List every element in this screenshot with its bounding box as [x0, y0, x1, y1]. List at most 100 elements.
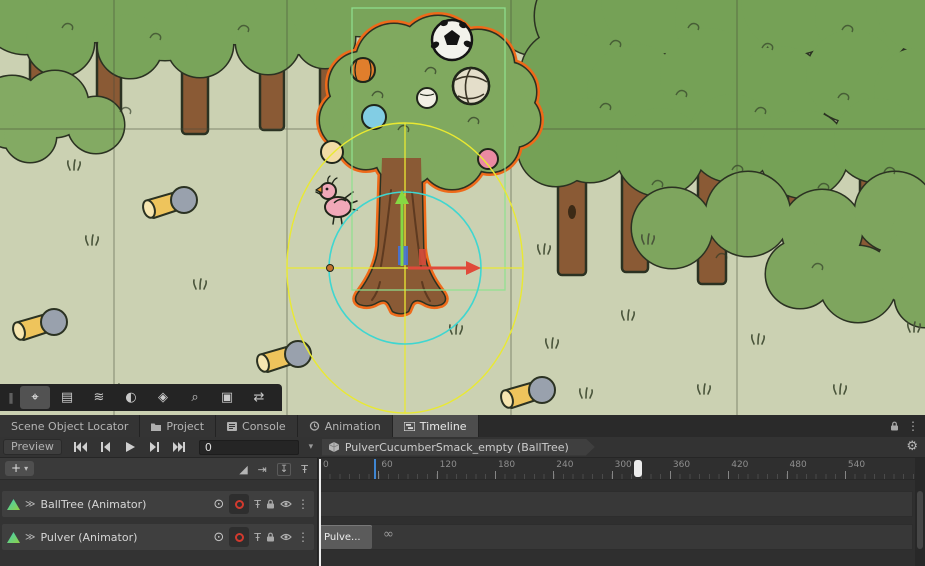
- goto-start-button[interactable]: [67, 439, 92, 456]
- timeline-panel: Preview 0 ▾: [0, 437, 925, 566]
- ruler-tick: [845, 471, 846, 479]
- tab-console[interactable]: Console: [216, 415, 298, 437]
- frame-field[interactable]: 0: [199, 440, 299, 455]
- eye-icon[interactable]: [280, 500, 292, 508]
- tab-animation[interactable]: Animation: [298, 415, 393, 437]
- transform-tool[interactable]: ◈: [148, 386, 178, 409]
- white-ball[interactable]: [417, 88, 437, 108]
- track-toolbar-icons: ◢ ⇥ ↧ Ŧ: [239, 458, 308, 480]
- frame-tool[interactable]: ▤: [52, 386, 82, 409]
- folder-icon: [151, 422, 161, 431]
- trim-icon[interactable]: Ŧ: [254, 498, 261, 511]
- cream-ball[interactable]: [321, 141, 343, 163]
- insert-frame-icon[interactable]: ↧: [277, 463, 291, 476]
- trim-icon[interactable]: Ŧ: [254, 531, 261, 544]
- track-header-pulver[interactable]: ≫ Pulver (Animator) ⊙ Ŧ ⋮: [2, 524, 314, 550]
- gameobject-cube-icon: [329, 442, 339, 452]
- ruler-label: 240: [556, 460, 573, 470]
- breadcrumb[interactable]: PulverCucumberSmack_empty (BallTree): [322, 439, 595, 456]
- ruler-tick: [553, 471, 554, 479]
- target-picker-icon[interactable]: ⊙: [213, 497, 224, 512]
- track-header-balltree[interactable]: ≫ BallTree (Animator) ⊙ Ŧ ⋮: [2, 491, 314, 517]
- clip-end-marker: [374, 459, 376, 479]
- tab-timeline[interactable]: Timeline: [393, 415, 479, 437]
- caret-down-icon: ▾: [24, 461, 28, 476]
- goto-end-button[interactable]: [167, 439, 192, 456]
- animation-clip[interactable]: Pulve...: [320, 525, 372, 549]
- tilemap-tool[interactable]: ≋: [84, 386, 114, 409]
- tab-label: Console: [242, 420, 286, 433]
- transport-controls: [67, 439, 192, 456]
- tab-project[interactable]: Project: [140, 415, 216, 437]
- scene-toolbar: ‖⌖▤≋◐◈⌕▣⇄: [0, 384, 282, 411]
- track-name: Pulver (Animator): [40, 531, 208, 544]
- track-icon: [7, 532, 20, 543]
- timeline-ruler[interactable]: 060120180240300360420480540: [318, 458, 915, 480]
- tab-label: Scene Object Locator: [11, 420, 128, 433]
- marker-icon[interactable]: Ŧ: [301, 463, 308, 476]
- track-menu-icon[interactable]: ⋮: [297, 530, 309, 544]
- record-button[interactable]: [229, 494, 249, 514]
- ruler-label: 120: [440, 460, 457, 470]
- volleyball[interactable]: [453, 68, 489, 104]
- toolbar-grip[interactable]: ‖: [4, 386, 18, 409]
- timeline-dropdown-icon[interactable]: ▾: [304, 442, 318, 452]
- lock-icon[interactable]: [266, 532, 275, 542]
- tab-label: Project: [166, 420, 204, 433]
- record-button[interactable]: [229, 527, 249, 547]
- eye-icon[interactable]: [280, 533, 292, 541]
- ruler-label: 300: [615, 460, 632, 470]
- ruler-label: 180: [498, 460, 515, 470]
- lock-icon[interactable]: [266, 499, 275, 509]
- preview-toggle[interactable]: Preview: [3, 439, 62, 455]
- ruler-tick: [670, 471, 671, 479]
- ruler-label: 0: [323, 460, 329, 470]
- infinite-clip-icon: ∞: [383, 527, 394, 542]
- shuffle-tool[interactable]: ⇄: [244, 386, 274, 409]
- move-tool[interactable]: ⌖: [20, 386, 50, 409]
- track-lane-balltree[interactable]: [319, 491, 913, 517]
- tab-scene-object-locator[interactable]: Scene Object Locator: [0, 415, 140, 437]
- previous-frame-button[interactable]: [92, 439, 117, 456]
- scrollbar-thumb[interactable]: [917, 491, 923, 549]
- search-tool[interactable]: ⌕: [180, 386, 210, 409]
- pivot-dot[interactable]: [327, 265, 334, 272]
- plane-handle[interactable]: [419, 249, 426, 265]
- tab-more-icon[interactable]: ⋮: [907, 419, 919, 433]
- target-picker-icon[interactable]: ⊙: [213, 530, 224, 545]
- track-toolbar: + ▾ ◢ ⇥ ↧ Ŧ: [0, 458, 317, 480]
- clip-label: Pulve...: [324, 532, 361, 543]
- add-track-button[interactable]: + ▾: [5, 461, 34, 476]
- ruler-tick: [728, 471, 729, 479]
- record-ring: [235, 500, 244, 509]
- timeline-scrollbar[interactable]: [915, 458, 925, 566]
- playhead-line[interactable]: [319, 459, 321, 566]
- track-icon: [7, 499, 20, 510]
- scene-canvas: [0, 0, 925, 415]
- animator-binding-icon: ≫: [25, 499, 35, 510]
- play-button[interactable]: [117, 439, 142, 456]
- ruler-label: 540: [848, 460, 865, 470]
- lock-icon[interactable]: [890, 421, 899, 431]
- ruler-tick: [378, 471, 379, 479]
- timeline-icon: [404, 422, 415, 431]
- track-menu-icon[interactable]: ⋮: [297, 497, 309, 511]
- layers-tool[interactable]: ▣: [212, 386, 242, 409]
- ruler-tick: [612, 471, 613, 479]
- sphere-brush-tool[interactable]: ◐: [116, 386, 146, 409]
- console-icon: [227, 422, 237, 431]
- track-name: BallTree (Animator): [40, 498, 208, 511]
- insert-clip-icon[interactable]: ⇥: [258, 463, 267, 476]
- track-lane-pulver[interactable]: Pulve... ∞: [319, 524, 913, 550]
- tab-bar: Scene Object Locator Project Console Ani…: [0, 415, 925, 437]
- ruler-label: 60: [381, 460, 392, 470]
- ruler-label: 420: [731, 460, 748, 470]
- clock-icon: [309, 421, 320, 431]
- gear-icon[interactable]: ⚙: [906, 439, 918, 454]
- tabbar-right-controls: ⋮: [890, 415, 919, 437]
- next-frame-button[interactable]: [142, 439, 167, 456]
- ruler-tick: [437, 471, 438, 479]
- curves-icon[interactable]: ◢: [239, 463, 247, 476]
- scene-view[interactable]: [0, 0, 925, 415]
- animator-binding-icon: ≫: [25, 532, 35, 543]
